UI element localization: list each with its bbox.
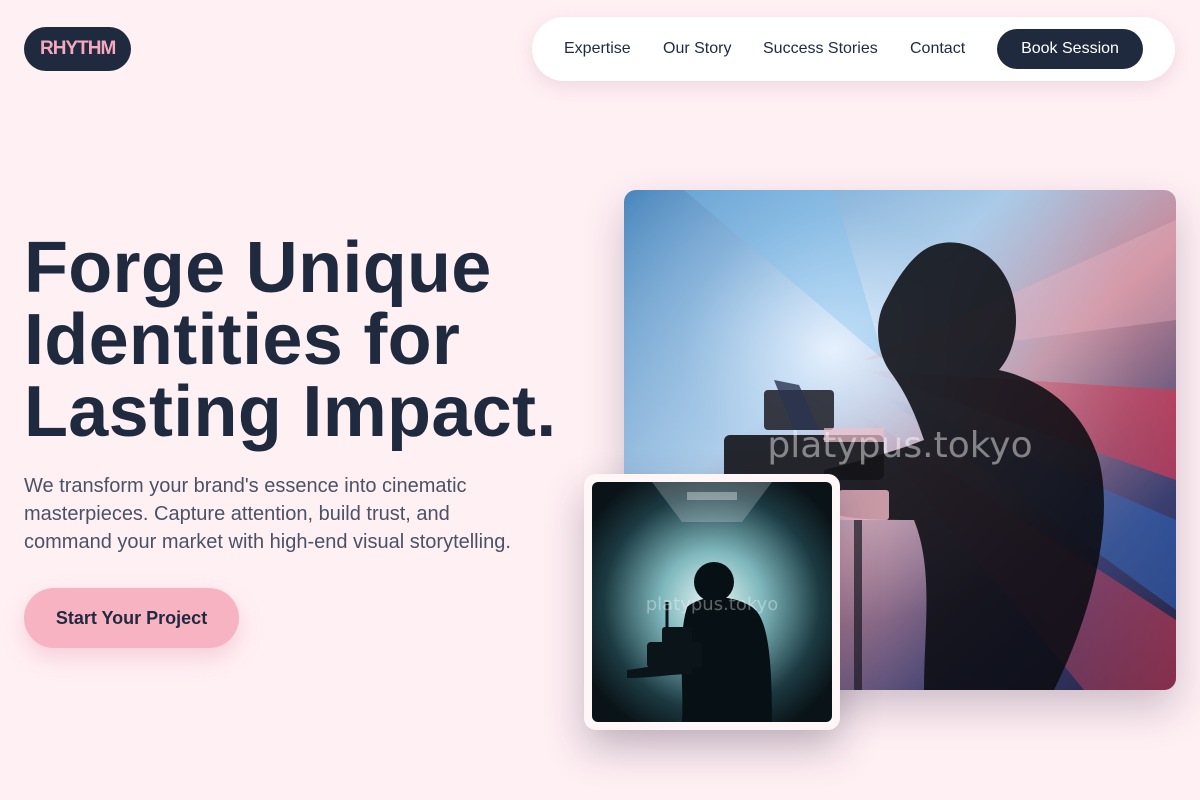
- brand-logo[interactable]: RHYTHM: [24, 27, 132, 71]
- camera-operator-silhouette-image: platypus.tokyo: [592, 482, 832, 722]
- nav-link-expertise[interactable]: Expertise: [564, 17, 631, 81]
- hero-inset-photo: platypus.tokyo: [592, 482, 832, 722]
- hero-subtext: We transform your brand's essence into c…: [24, 475, 511, 553]
- nav-link-contact[interactable]: Contact: [910, 17, 965, 81]
- start-project-button[interactable]: Start Your Project: [24, 588, 239, 648]
- watermark-text: platypus.tokyo: [767, 425, 1032, 466]
- book-session-button[interactable]: Book Session: [997, 29, 1143, 69]
- nav-link-success-stories[interactable]: Success Stories: [763, 17, 878, 81]
- inset-watermark-text: platypus.tokyo: [646, 594, 779, 615]
- headline-line-2: Identities for: [24, 300, 461, 380]
- headline-line-1: Forge Unique: [24, 228, 492, 308]
- hero-inset-photo-card: platypus.tokyo: [584, 474, 840, 730]
- top-navigation: Expertise Our Story Success Stories Cont…: [532, 17, 1175, 81]
- headline-line-3: Lasting Impact.: [24, 372, 557, 452]
- nav-link-our-story[interactable]: Our Story: [663, 17, 731, 81]
- hero-headline: Forge Unique Identities for Lasting Impa…: [24, 232, 604, 448]
